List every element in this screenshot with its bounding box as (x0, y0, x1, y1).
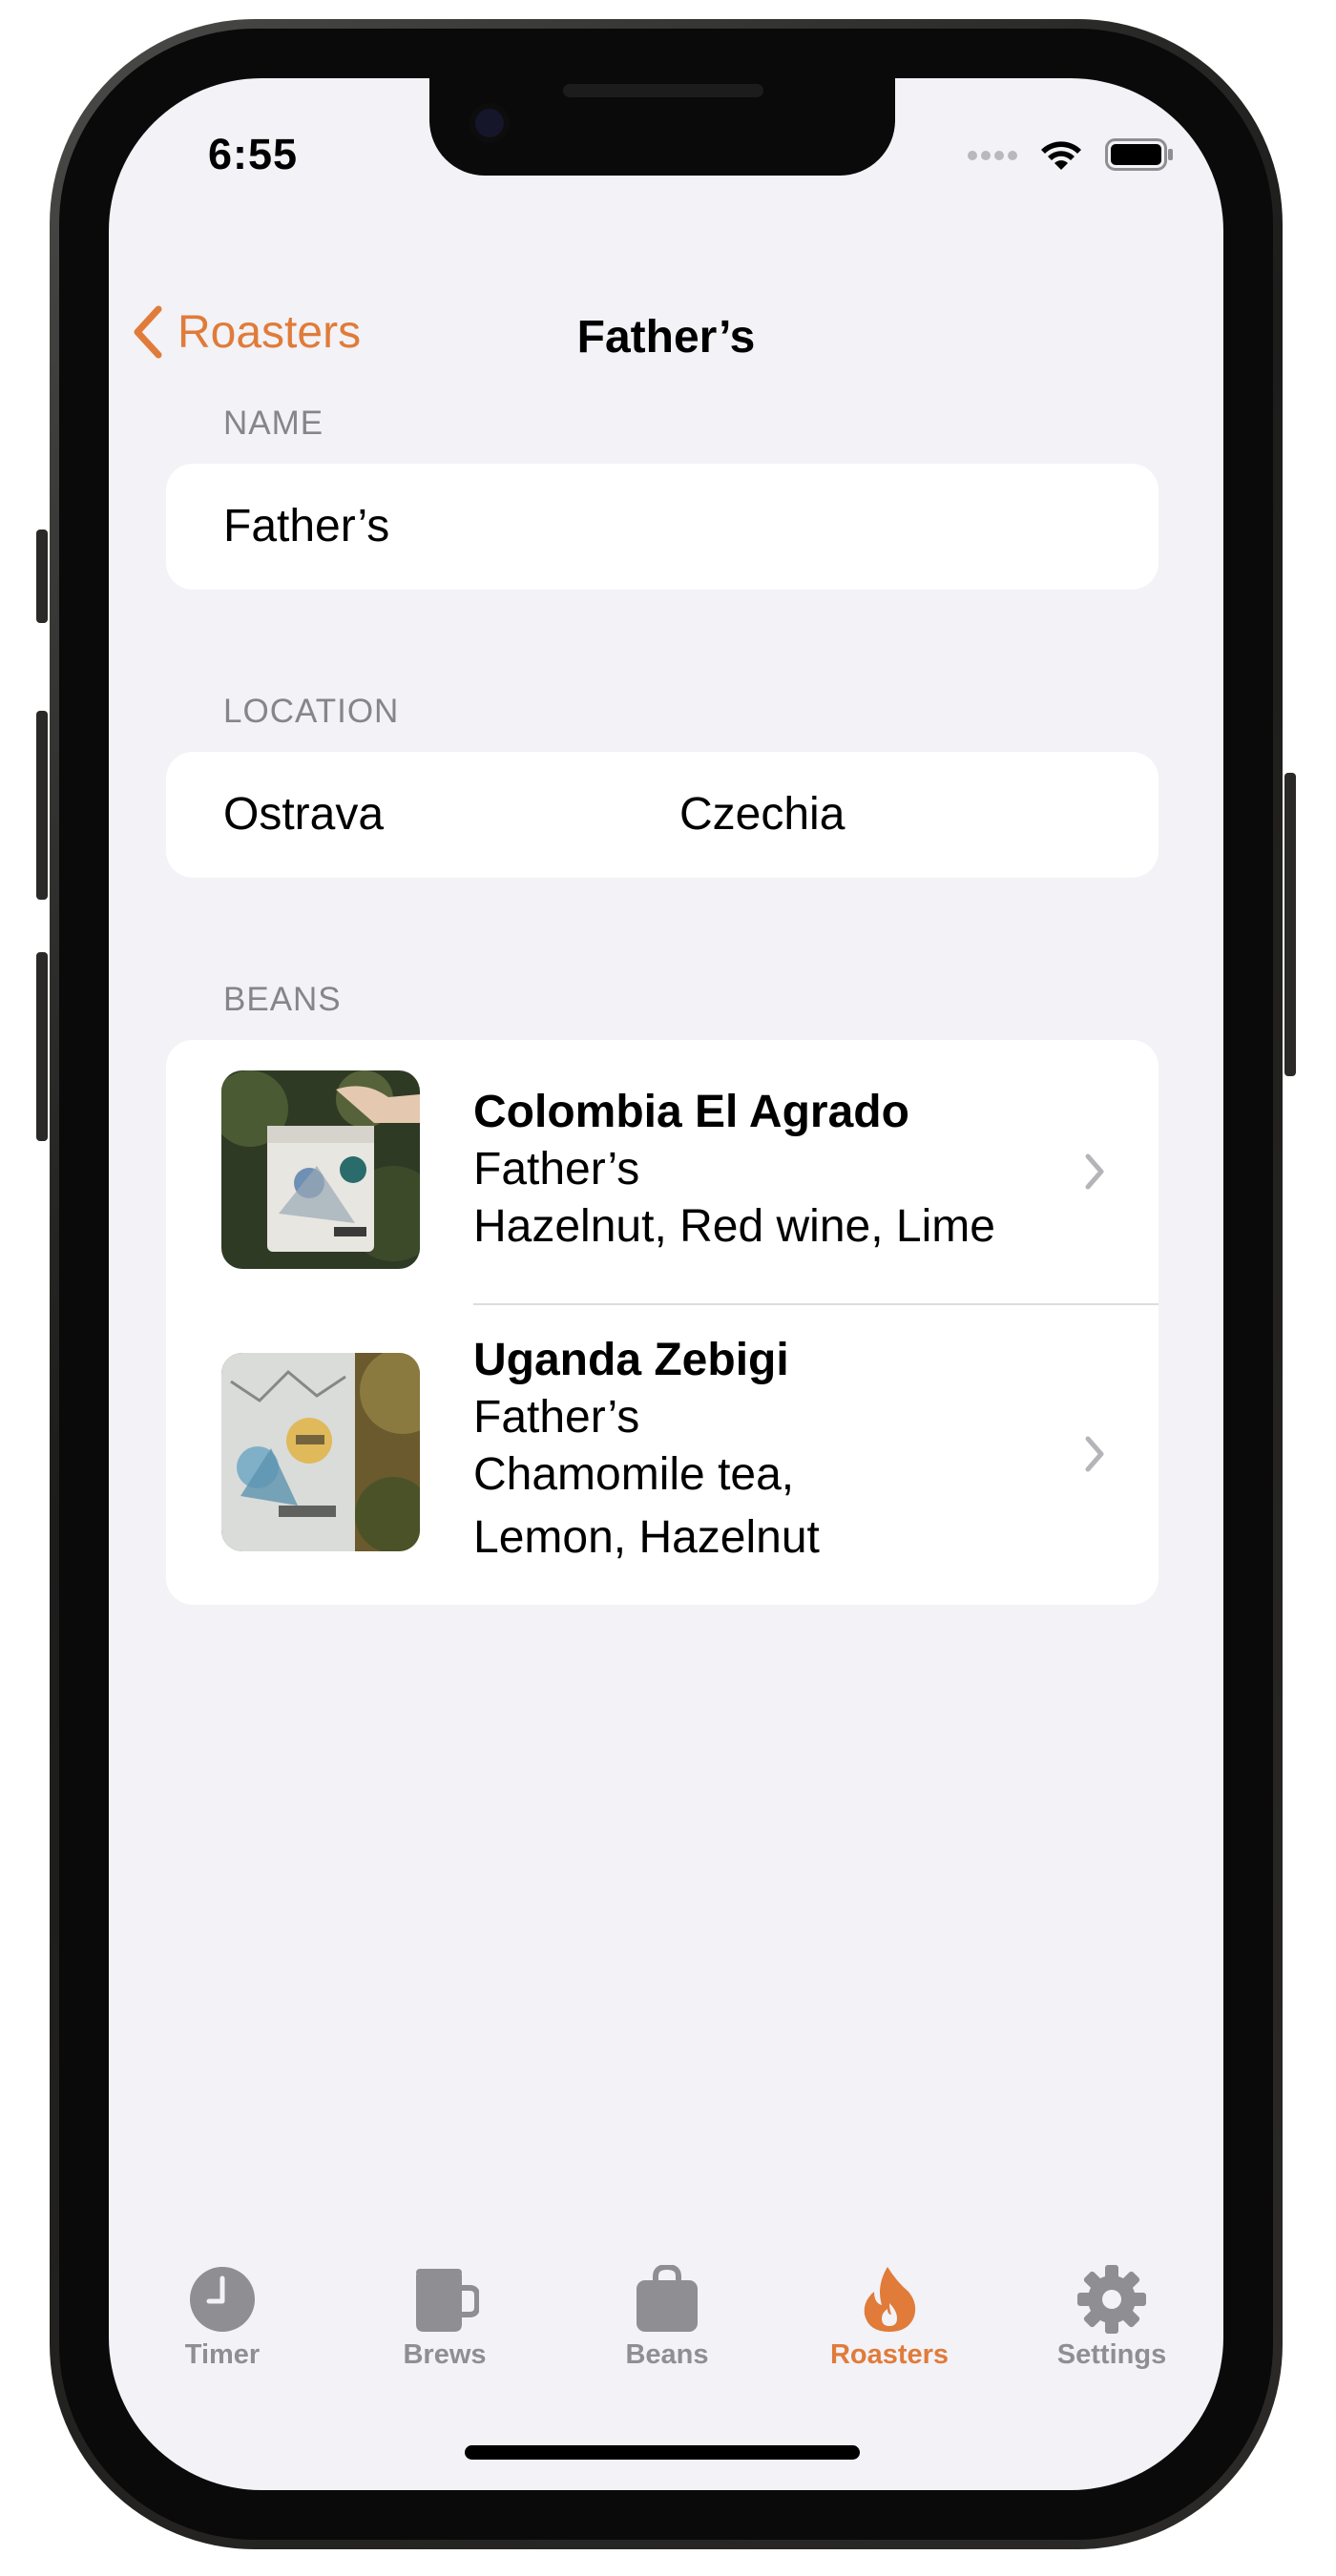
chevron-right-icon (1085, 1436, 1104, 1472)
name-card: Father’s (166, 464, 1159, 590)
volume-up-button (36, 711, 48, 900)
tab-label: Settings (1056, 2339, 1167, 2370)
power-button (1284, 773, 1296, 1076)
mug-icon (416, 2269, 479, 2332)
bean-row-colombia[interactable]: Colombia El Agrado Father’s Hazelnut, Re… (166, 1040, 1159, 1303)
tab-roasters[interactable]: Roasters (794, 2265, 985, 2371)
action-button (36, 530, 48, 623)
country-field[interactable]: Czechia (679, 788, 1099, 841)
tab-beans[interactable]: Beans (572, 2265, 762, 2371)
tab-label: Beans (625, 2339, 709, 2370)
navigation-bar: Roasters Father’s (109, 298, 1223, 364)
tab-label: Timer (184, 2339, 261, 2370)
flame-icon (864, 2267, 916, 2332)
battery-icon (1105, 138, 1173, 171)
bag-icon (637, 2265, 698, 2332)
bean-name: Colombia El Agrado (473, 1087, 909, 1137)
bean-notes-continued: Lemon, Hazelnut (473, 1512, 820, 1563)
tab-label: Brews (403, 2339, 487, 2370)
location-card: Ostrava Czechia (166, 752, 1159, 878)
status-icons (968, 137, 1174, 172)
device-bezel: 6:55 Roasters Father’s NAME Father’s LOC… (59, 29, 1273, 2540)
section-label-name: NAME (223, 405, 324, 442)
screen: 6:55 Roasters Father’s NAME Father’s LOC… (109, 78, 1223, 2490)
roaster-name-field[interactable]: Father’s (223, 500, 1101, 552)
bean-roaster: Father’s (473, 1144, 640, 1195)
bean-photo-colombia (221, 1070, 420, 1269)
gear-icon (1077, 2265, 1146, 2334)
speaker-grille (563, 84, 763, 97)
tab-settings[interactable]: Settings (1016, 2265, 1207, 2371)
wifi-icon (1041, 141, 1081, 170)
chevron-right-icon (1085, 1153, 1104, 1190)
bean-notes: Hazelnut, Red wine, Lime (473, 1201, 995, 1252)
bean-row-uganda[interactable]: Uganda Zebigi Father’s Chamomile tea, Le… (166, 1305, 1159, 1605)
page-title: Father’s (576, 312, 756, 363)
section-label-beans: BEANS (223, 981, 342, 1018)
bean-photo-uganda (221, 1353, 420, 1551)
city-field[interactable]: Ostrava (223, 788, 643, 841)
volume-down-button (36, 952, 48, 1141)
beans-card: Colombia El Agrado Father’s Hazelnut, Re… (166, 1040, 1159, 1605)
tab-label: Roasters (829, 2339, 950, 2370)
status-time: 6:55 (208, 130, 299, 178)
notch (429, 78, 895, 176)
bean-name: Uganda Zebigi (473, 1335, 789, 1385)
cellular-signal-icon (968, 151, 1017, 160)
home-indicator[interactable] (465, 2445, 860, 2460)
tab-timer[interactable]: Timer (127, 2265, 318, 2371)
front-camera (470, 103, 510, 143)
clock-icon (190, 2267, 255, 2332)
section-label-location: LOCATION (223, 693, 400, 730)
bean-notes: Chamomile tea, (473, 1449, 795, 1500)
tab-brews[interactable]: Brews (349, 2265, 540, 2371)
bean-roaster: Father’s (473, 1392, 640, 1443)
device-frame: 6:55 Roasters Father’s NAME Father’s LOC… (36, 19, 1296, 2549)
